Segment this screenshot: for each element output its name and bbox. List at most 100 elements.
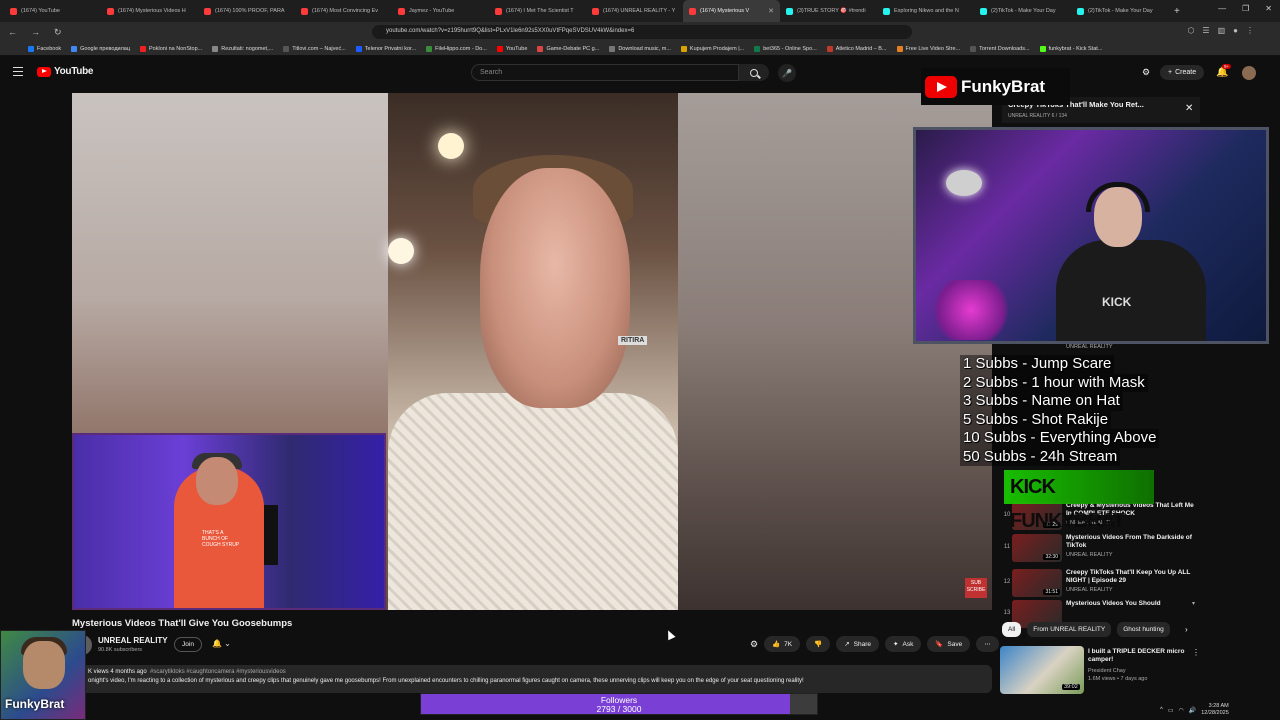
more-options-icon[interactable]: ⋮ (1192, 648, 1200, 657)
cast-icon[interactable]: ⚙ (1142, 67, 1150, 78)
streamer-face (23, 641, 65, 689)
tab-favicon-icon (592, 7, 599, 15)
system-tray: ^ ▭ ◠ 🔊 3:28 AM 12/28/2025 (1160, 700, 1280, 720)
bookmark-item[interactable]: Titlovi.com – Najveć... (283, 45, 346, 52)
browser-tab[interactable]: (2)TikTok - Make Your Day (974, 0, 1071, 22)
browser-tab[interactable]: (1674) Mysterious V ✕ (683, 0, 780, 22)
minimize-icon[interactable]: — (1218, 4, 1226, 13)
subscription-bell-icon[interactable]: 🔔 ⌄ (212, 639, 231, 648)
playlist-item[interactable]: 12 31:51 Creepy TikToks That'll Keep You U… (1002, 569, 1200, 603)
bookmark-item[interactable]: Google преводилац (71, 45, 130, 52)
bookmark-item[interactable]: Kupujem Prodajem |... (680, 45, 744, 52)
streamer-webcam: KICK (913, 127, 1269, 344)
filter-chip[interactable]: From UNREAL REALITY (1027, 622, 1112, 637)
filter-chip[interactable]: All (1002, 622, 1022, 637)
bookmark-item[interactable]: Pokloni na NonStop... (140, 45, 202, 52)
share-button[interactable]: ↗ Share (836, 636, 880, 652)
playlist-item[interactable]: 11 32:30 Mysterious Videos From The Darksi… (1002, 534, 1200, 568)
playlist-item-title[interactable]: Mysterious Videos You Should (1066, 600, 1196, 608)
browser-tab[interactable]: (1674) UNREAL REALITY - Y (586, 0, 683, 22)
extensions-icon[interactable]: ⬡ (1187, 26, 1194, 35)
filter-chip[interactable]: Ghost hunting (1117, 622, 1170, 637)
sub-goal-item: 3 Subbs - Name on Hat (960, 392, 1123, 411)
bookmark-item[interactable]: bet365 - Online Spo... (754, 45, 817, 52)
profile-icon[interactable]: ● (1233, 26, 1238, 35)
playlist-item-thumbnail[interactable]: 31:51 (1012, 569, 1062, 597)
playlist-item-thumbnail[interactable]: 32:30 (1012, 534, 1062, 562)
reload-icon[interactable]: ↻ (54, 27, 62, 38)
join-button[interactable]: Join (174, 637, 202, 652)
browser-tab[interactable]: (3)TRUE STORY 🎯 #trendi (780, 0, 877, 22)
tab-title: (3)TRUE STORY 🎯 #trendi (797, 8, 866, 14)
like-button[interactable]: 👍 7K (764, 636, 801, 652)
channel-name[interactable]: UNREAL REALITY (98, 636, 168, 645)
chevron-right-icon[interactable]: › (1185, 625, 1188, 634)
back-icon[interactable]: ← (8, 27, 17, 38)
url-field[interactable]: youtube.com/watch?v=z195hurrt9Q&list=PLx… (372, 25, 912, 39)
hamburger-menu-icon[interactable] (13, 67, 23, 76)
close-icon[interactable]: ✕ (1265, 4, 1272, 13)
volume-icon[interactable]: 🔊 (1189, 707, 1196, 714)
bookmark-favicon-icon (212, 45, 219, 52)
kick-funkybrat-banner: KICK FUNKYBRAT (1004, 470, 1154, 532)
browser-tab[interactable]: Jaymez - YouTube (392, 0, 489, 22)
browser-tab[interactable]: (1674) I Met The Scientist T (489, 0, 586, 22)
browser-tab[interactable]: (1674) 100% PROOF, PARA (198, 0, 295, 22)
browser-tab[interactable]: (2)TikTok - Make Your Day (1071, 0, 1168, 22)
reactor-shirt-text: THAT'S A BUNCH OF COUGH SYRUP (202, 530, 240, 548)
wifi-icon[interactable]: ◠ (1179, 707, 1184, 714)
close-playlist-icon[interactable]: ✕ (1185, 103, 1193, 114)
address-bar-row: ← → ↻ youtube.com/watch?v=z195hurrt9Q&li… (0, 22, 1280, 42)
bookmark-item[interactable]: YouTube (496, 45, 527, 52)
bookmark-item[interactable]: Facebook (28, 45, 61, 52)
playlist-subtitle: UNREAL REALITY 6 / 134 (1008, 113, 1067, 119)
video-tags[interactable]: #scarytiktoks #caughtoncamera #mysteriou… (150, 669, 286, 675)
browser-tab[interactable]: (1674) Most Convincing Ev (295, 0, 392, 22)
description-box[interactable]: K views 4 months ago #scarytiktoks #caug… (72, 665, 992, 693)
person-face (480, 168, 630, 408)
forward-icon[interactable]: → (31, 27, 40, 38)
bookmark-item[interactable]: Free Live Video Stre... (896, 45, 960, 52)
bookmark-item[interactable]: Atletico Madrid – B... (826, 45, 887, 52)
ask-button[interactable]: ✦ Ask (885, 636, 922, 652)
video-actions: ⚙ 👍 7K 👎 ↗ Share ✦ Ask 🔖 Save ⋯ (750, 636, 999, 652)
headphones (1086, 182, 1150, 212)
close-tab-icon[interactable]: ✕ (768, 7, 774, 15)
save-button[interactable]: 🔖 Save (927, 636, 971, 652)
reading-list-icon[interactable]: ☰ (1202, 26, 1209, 35)
browser-tab[interactable]: (1674) YouTube (4, 0, 101, 22)
new-tab-icon[interactable]: + (1174, 6, 1180, 17)
more-actions-button[interactable]: ⋯ (976, 636, 999, 652)
browser-tab[interactable]: Exploring Nikwo and the N (877, 0, 974, 22)
subscribe-watermark[interactable]: SUB SCRIBE (965, 578, 987, 598)
restore-icon[interactable]: ❐ (1242, 4, 1249, 13)
browser-menu-icon[interactable]: ⋮ (1246, 26, 1254, 35)
share-icon: ↗ (844, 641, 850, 648)
settings-icon[interactable]: ⚙ (750, 639, 758, 650)
bookmark-item[interactable]: Rezultati: nogomet,... (212, 45, 273, 52)
playlist-item-title[interactable]: Creepy TikToks That'll Keep You Up ALL N… (1066, 569, 1196, 585)
browser-tab[interactable]: (1674) Mysterious Videos H (101, 0, 198, 22)
playlist-expand-icon[interactable]: ▾ (1192, 600, 1195, 607)
recommended-title[interactable]: I built a TRIPLE DECKER micro camper! (1088, 648, 1188, 664)
bookmark-item[interactable]: Game-Debate PC g... (537, 45, 599, 52)
recommended-video[interactable]: 39:02 I built a TRIPLE DECKER micro camp… (1000, 646, 1200, 696)
search-input[interactable]: Search (471, 64, 739, 81)
bookmark-item[interactable]: Torrent Downloads... (970, 45, 1030, 52)
dislike-button[interactable]: 👎 (806, 636, 831, 652)
tray-chevron-icon[interactable]: ^ (1160, 707, 1163, 713)
youtube-header: YouTube Search 🎤 ⚙ + Create 🔔 9+ (0, 56, 1280, 88)
search-button[interactable] (739, 64, 769, 81)
bookmark-item[interactable]: Download music, m... (609, 45, 671, 52)
system-clock[interactable]: 3:28 AM 12/28/2025 (1201, 703, 1229, 717)
youtube-logo[interactable]: YouTube (37, 66, 94, 77)
sidebar-icon[interactable]: ▥ (1218, 26, 1226, 35)
bookmark-item[interactable]: Telenor Privatni kor... (355, 45, 416, 52)
bookmark-item[interactable]: FileHippo.com - Do... (426, 45, 487, 52)
account-avatar[interactable] (1242, 66, 1256, 80)
bookmark-item[interactable]: funkybrat - Kick Stat... (1039, 45, 1102, 52)
create-button[interactable]: + Create (1160, 65, 1205, 80)
voice-search-icon[interactable]: 🎤 (778, 64, 796, 82)
network-icon[interactable]: ▭ (1168, 707, 1174, 714)
recommended-channel[interactable]: President Chay (1088, 668, 1126, 674)
